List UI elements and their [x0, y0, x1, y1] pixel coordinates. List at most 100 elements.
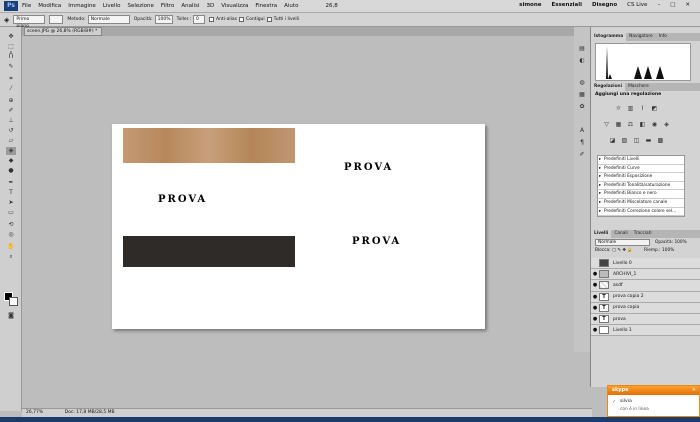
tolerance-input[interactable]: 0 [193, 15, 205, 24]
styles-icon[interactable]: ✿ [578, 103, 586, 111]
menu-modifica[interactable]: Modifica [38, 3, 61, 9]
quick-select-tool-icon[interactable]: ✎ [6, 63, 16, 71]
tab-info[interactable]: Info [656, 33, 670, 41]
color-icon[interactable]: ◍ [578, 79, 586, 87]
vibrance-icon[interactable]: ▽ [603, 121, 610, 128]
menu-livello[interactable]: Livello [103, 3, 121, 9]
type-tool-icon[interactable]: T [6, 189, 16, 197]
menu-file[interactable]: File [22, 3, 31, 9]
threshold-icon[interactable]: ◫ [633, 137, 640, 144]
preset-item[interactable]: Predefiniti Curve [598, 165, 684, 174]
clone-stamp-tool-icon[interactable]: ⊥ [6, 117, 16, 125]
zoom-level[interactable]: 26,8 [325, 3, 337, 9]
lock-icon[interactable]: ▢ ✎ ✥ 🔒 [612, 248, 633, 253]
preset-item[interactable]: Predefiniti Esposizione [598, 173, 684, 182]
all-layers-checkbox[interactable] [266, 17, 272, 22]
hand-tool-icon[interactable]: ✋ [6, 243, 16, 251]
character-icon[interactable]: A [578, 127, 586, 135]
invert-icon[interactable]: ◪ [609, 137, 616, 144]
menu-selezione[interactable]: Selezione [127, 3, 153, 9]
gradient-map-icon[interactable]: ▬ [645, 137, 652, 144]
paint-bucket-icon[interactable]: ◈ [4, 16, 9, 24]
layer-opacity-input[interactable]: 100% [674, 240, 686, 245]
hue-saturation-icon[interactable]: ▦ [615, 121, 622, 128]
paint-bucket-tool-icon[interactable]: ◈ [6, 147, 16, 155]
swatches-icon[interactable]: ▦ [578, 91, 586, 99]
skype-notification[interactable]: skype ✕ ✓ silvia con è in linea [607, 385, 700, 417]
exposure-icon[interactable]: ◩ [651, 105, 658, 112]
fill-source-select[interactable]: Primo piano [13, 15, 46, 29]
tab-masks[interactable]: Maschere [625, 83, 652, 91]
menu-immagine[interactable]: Immagine [68, 3, 96, 9]
3d-orbit-tool-icon[interactable]: ◎ [6, 231, 16, 239]
layer-comps-icon[interactable]: ▤ [578, 45, 586, 53]
paragraph-icon[interactable]: ¶ [578, 139, 586, 147]
path-selection-tool-icon[interactable]: ➤ [6, 199, 16, 207]
move-tool-icon[interactable]: ✥ [6, 33, 16, 41]
layer-row[interactable]: ● T prova copia 2 [591, 291, 700, 303]
levels-icon[interactable]: ▥ [627, 105, 634, 112]
healing-brush-tool-icon[interactable]: ⊕ [6, 97, 16, 105]
tab-channels[interactable]: Canali [611, 230, 630, 238]
eraser-tool-icon[interactable]: ▱ [6, 137, 16, 145]
layer-row[interactable]: ● asdf [591, 280, 700, 292]
zoom-tool-icon[interactable]: ⌕ [6, 253, 16, 261]
selective-color-icon[interactable]: ▩ [657, 137, 664, 144]
3d-rotate-tool-icon[interactable]: ⟲ [6, 221, 16, 229]
preset-item[interactable]: Predefiniti Miscelatore canale [598, 199, 684, 208]
menu-aiuto[interactable]: Aiuto [284, 3, 298, 9]
preset-item[interactable]: Predefiniti Correzione colore sel... [598, 208, 684, 217]
preset-item[interactable]: Predefiniti Livelli [598, 156, 684, 165]
contiguous-checkbox[interactable] [238, 17, 244, 22]
tab-adjustments[interactable]: Regolazioni [591, 83, 626, 91]
layer-row[interactable]: Livello 0 [591, 258, 700, 270]
visibility-eye-icon[interactable]: ● [591, 305, 599, 311]
crop-tool-icon[interactable]: ⌗ [6, 75, 16, 83]
layer-row[interactable]: ● T prova copia [591, 302, 700, 314]
method-select[interactable]: Normale [87, 15, 130, 24]
tab-histogram[interactable]: Istogramma [591, 33, 627, 41]
posterize-icon[interactable]: ▨ [621, 137, 628, 144]
history-icon[interactable]: ◐ [578, 57, 586, 65]
curves-icon[interactable]: ⌇ [639, 105, 646, 112]
brightness-contrast-icon[interactable]: ☼ [615, 105, 622, 112]
antialias-checkbox[interactable] [209, 17, 214, 22]
visibility-eye-icon[interactable]: ● [591, 271, 599, 277]
close-icon[interactable]: ✕ [685, 2, 690, 8]
brush-presets-icon[interactable]: ✐ [578, 151, 586, 159]
user-name[interactable]: simone [519, 2, 541, 8]
brush-tool-icon[interactable]: ✐ [6, 107, 16, 115]
minimize-icon[interactable]: – [657, 2, 660, 8]
menu-filtro[interactable]: Filtro [161, 3, 174, 9]
blur-tool-icon[interactable]: ◆ [6, 157, 16, 165]
workspace-drawing[interactable]: Disegno [592, 2, 617, 8]
pattern-picker[interactable] [49, 15, 64, 24]
tab-navigator[interactable]: Navigatore [626, 33, 656, 41]
menu-analisi[interactable]: Analisi [181, 3, 199, 9]
channel-mixer-icon[interactable]: ◈ [663, 121, 670, 128]
eyedropper-tool-icon[interactable]: ⁄ [6, 85, 16, 93]
black-white-icon[interactable]: ◧ [639, 121, 646, 128]
menu-visualizza[interactable]: Visualizza [221, 3, 248, 9]
visibility-eye-icon[interactable]: ● [591, 316, 599, 322]
marquee-tool-icon[interactable]: ⬚ [6, 43, 16, 51]
dodge-tool-icon[interactable]: ● [6, 167, 16, 175]
lasso-tool-icon[interactable]: ᑍ [6, 53, 16, 61]
workspace-essentials[interactable]: Essenziali [552, 2, 583, 8]
fill-input[interactable]: 100% [662, 248, 674, 253]
opacity-input[interactable]: 100% [154, 15, 173, 24]
tab-layers[interactable]: Livelli [591, 230, 612, 238]
background-color-swatch[interactable] [9, 297, 18, 306]
maximize-icon[interactable]: □ [670, 2, 675, 8]
shape-tool-icon[interactable]: ▭ [6, 209, 16, 217]
preset-item[interactable]: Predefiniti Tonalità/saturazione [598, 182, 684, 191]
color-balance-icon[interactable]: ⚖ [627, 121, 634, 128]
menu-finestra[interactable]: Finestra [255, 3, 277, 9]
cs-live-button[interactable]: CS Live [627, 2, 647, 8]
visibility-eye-icon[interactable]: ● [591, 327, 599, 333]
quick-mask-icon[interactable]: ◙ [6, 312, 16, 320]
layer-row[interactable]: ● T prova [591, 313, 700, 326]
tab-paths[interactable]: Tracciati [631, 230, 655, 238]
document-tab[interactable]: sceen.JPG @ 26,8% (RGB/8#) * [24, 27, 102, 36]
status-zoom[interactable]: 26,77% [26, 410, 43, 415]
